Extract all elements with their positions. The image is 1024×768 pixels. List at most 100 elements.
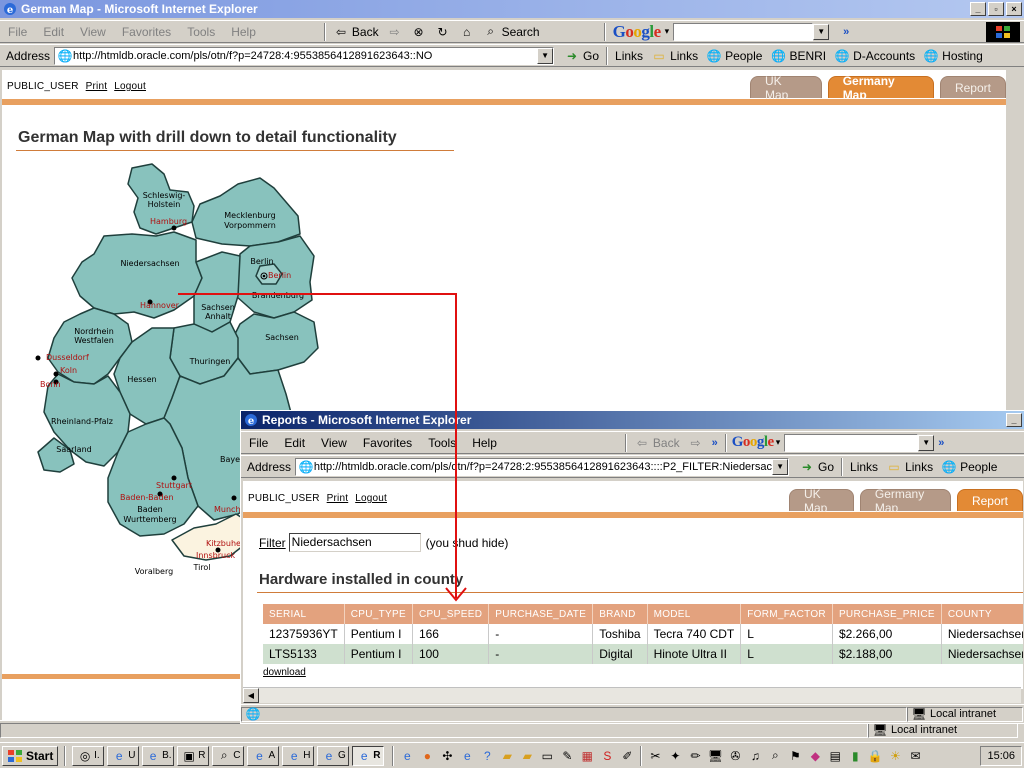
popup-minimize-button[interactable]: _ — [1006, 413, 1022, 427]
toolbar-chevron-icon[interactable]: » — [839, 26, 853, 38]
refresh-button[interactable]: ↻ — [431, 24, 455, 40]
popup-google-logo[interactable]: Google — [730, 434, 776, 451]
tab-report[interactable]: Report — [939, 76, 1006, 98]
tray-icon-3[interactable]: ✇ — [727, 748, 743, 764]
task-button-6[interactable]: eA — [247, 745, 280, 766]
popup-menu-tools[interactable]: Tools — [420, 436, 464, 450]
filter-label[interactable]: Filter — [259, 536, 286, 550]
firefox-icon[interactable]: ● — [419, 748, 435, 764]
menu-view[interactable]: View — [72, 25, 114, 39]
popup-menu-edit[interactable]: Edit — [276, 436, 313, 450]
tray-icon-2[interactable]: ✦ — [667, 748, 683, 764]
popup-link-links[interactable]: ▭ Links — [882, 459, 937, 475]
edit-icon[interactable]: ✐ — [619, 748, 635, 764]
lock-icon[interactable]: 🔒 — [867, 748, 883, 764]
menu-file[interactable]: File — [0, 25, 35, 39]
popup-google-search-dropdown[interactable]: ▼ — [918, 434, 935, 451]
back-button[interactable]: ⇦ Back — [329, 24, 383, 40]
ie-quicklaunch-icon-2[interactable]: e — [459, 748, 475, 764]
network-icon[interactable]: ✣ — [439, 748, 455, 764]
window-icon[interactable]: ▭ — [539, 748, 555, 764]
popup-menu-file[interactable]: File — [241, 436, 276, 450]
folder-icon-2[interactable]: ▰ — [519, 748, 535, 764]
link-hosting[interactable]: 🌐 Hosting — [919, 48, 987, 64]
close-button[interactable]: × — [1006, 2, 1022, 16]
menu-tools[interactable]: Tools — [179, 25, 223, 39]
main-title-bar[interactable]: e German Map - Microsoft Internet Explor… — [0, 0, 1024, 18]
popup-title-bar[interactable]: e Reports - Microsoft Internet Explorer … — [241, 411, 1024, 429]
tab-germany-map[interactable]: Germany Map — [827, 74, 934, 102]
links-label[interactable]: Links — [611, 49, 647, 63]
link-d-accounts[interactable]: 🌐 D-Accounts — [830, 48, 919, 64]
task-button-8[interactable]: eG — [317, 745, 350, 766]
task-button-9[interactable]: eR — [352, 745, 385, 766]
pencil-icon[interactable]: ✏ — [687, 748, 703, 764]
google-search-input[interactable] — [673, 22, 814, 41]
help-icon[interactable]: ? — [479, 748, 495, 764]
popup-go-button[interactable]: ➜ Go — [795, 459, 838, 475]
address-input[interactable]: 🌐 http://htmldb.oracle.com/pls/otn/f?p=2… — [54, 46, 555, 65]
download-link[interactable]: download — [263, 667, 306, 678]
scroll-left-button[interactable]: ◀ — [243, 688, 259, 703]
task-button-3[interactable]: e B. — [142, 745, 175, 766]
task-button-4[interactable]: ▣ R — [177, 745, 210, 766]
tab-uk-map[interactable]: UK Map — [750, 74, 822, 102]
popup-back-button[interactable]: ⇦ Back — [630, 435, 684, 451]
start-button[interactable]: Start — [2, 745, 59, 766]
popup-google-dropdown-icon[interactable]: ▾ — [776, 437, 781, 448]
tray-icon-4[interactable]: ♫ — [747, 748, 763, 764]
google-logo[interactable]: Google — [609, 22, 665, 42]
ie-quicklaunch-icon[interactable]: e — [399, 748, 415, 764]
task-button-1[interactable]: ◎ I. — [72, 745, 105, 766]
google-search-dropdown[interactable]: ▼ — [813, 23, 830, 40]
search-button[interactable]: ⌕ Search — [479, 24, 544, 40]
home-button[interactable]: ⌂ — [455, 24, 479, 40]
menu-edit[interactable]: Edit — [35, 25, 72, 39]
forward-button[interactable]: ⇨ — [383, 24, 407, 40]
tray-icon-6[interactable]: ◆ — [807, 748, 823, 764]
popup-menu-help[interactable]: Help — [464, 436, 505, 450]
skype-icon[interactable]: S — [599, 748, 615, 764]
popup-print-link[interactable]: Print — [327, 493, 349, 504]
link-benri[interactable]: 🌐 BENRI — [766, 48, 830, 64]
computer-icon[interactable]: 🖥 — [707, 748, 723, 764]
task-button-2[interactable]: eU — [107, 745, 140, 766]
col-county[interactable]: COUNTY — [941, 604, 1023, 624]
popup-links-label[interactable]: Links — [846, 460, 882, 474]
popup-tab-germany-map[interactable]: Germany Map — [859, 487, 951, 515]
print-link[interactable]: Print — [86, 81, 108, 92]
col-model[interactable]: MODEL — [647, 604, 742, 624]
address-dropdown[interactable]: ▼ — [537, 47, 554, 64]
tray-icon-8[interactable]: ▮ — [847, 748, 863, 764]
col-form-factor[interactable]: FORM_FACTOR — [740, 604, 833, 624]
popup-address-input[interactable]: 🌐 http://htmldb.oracle.com/pls/otn/f?p=2… — [295, 457, 790, 476]
link-people[interactable]: 🌐 People — [702, 48, 766, 64]
col-cpu-speed[interactable]: CPU_SPEED — [412, 604, 490, 624]
popup-tab-report[interactable]: Report — [956, 489, 1023, 511]
tray-icon-7[interactable]: ▤ — [827, 748, 843, 764]
clock[interactable]: 15:06 — [987, 750, 1015, 762]
col-cpu-type[interactable]: CPU_TYPE — [344, 604, 413, 624]
menu-favorites[interactable]: Favorites — [114, 25, 179, 39]
tray-icon-5[interactable]: ⚑ — [787, 748, 803, 764]
popup-menu-view[interactable]: View — [313, 436, 355, 450]
logout-link[interactable]: Logout — [114, 81, 146, 92]
folder-icon[interactable]: ▰ — [499, 748, 515, 764]
tray-icon-1[interactable]: ✂ — [647, 748, 663, 764]
popup-logout-link[interactable]: Logout — [355, 493, 387, 504]
google-dropdown-icon[interactable]: ▾ — [665, 26, 670, 37]
popup-google-search-input[interactable] — [784, 433, 919, 452]
col-brand[interactable]: BRAND — [592, 604, 648, 624]
col-purchase-date[interactable]: PURCHASE_DATE — [488, 604, 594, 624]
popup-google-chevron-icon[interactable]: » — [934, 437, 948, 449]
popup-link-people[interactable]: 🌐 People — [937, 459, 1001, 475]
popup-tab-uk-map[interactable]: UK Map — [789, 487, 854, 515]
col-serial[interactable]: SERIAL — [263, 604, 345, 624]
filter-input[interactable]: Niedersachsen — [288, 533, 421, 552]
popup-address-dropdown[interactable]: ▼ — [772, 458, 789, 475]
menu-help[interactable]: Help — [223, 25, 264, 39]
task-button-5[interactable]: ⌕ C — [212, 745, 245, 766]
col-purchase-price[interactable]: PURCHASE_PRICE — [832, 604, 942, 624]
popup-forward-button[interactable]: ⇨ — [684, 435, 708, 451]
task-button-7[interactable]: eH — [282, 745, 315, 766]
